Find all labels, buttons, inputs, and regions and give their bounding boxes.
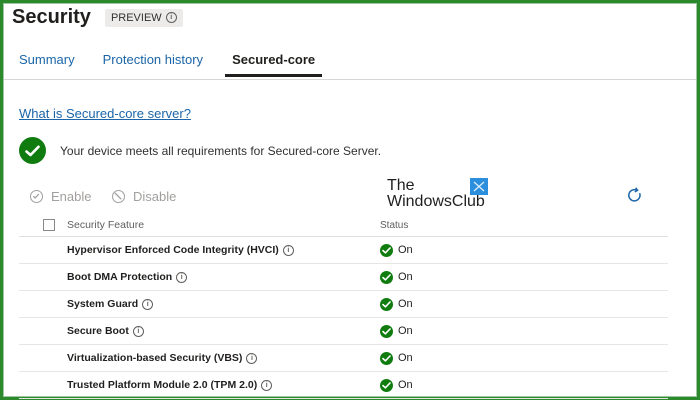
- feature-cell: Trusted Platform Module 2.0 (TPM 2.0) i: [67, 379, 273, 391]
- tab-secured-core[interactable]: Secured-core: [225, 52, 323, 77]
- feature-cell: Hypervisor Enforced Code Integrity (HVCI…: [67, 244, 294, 256]
- status-value: On: [398, 298, 413, 310]
- feature-name: Boot DMA Protection: [67, 271, 173, 283]
- table-row[interactable]: Trusted Platform Module 2.0 (TPM 2.0) i On: [19, 372, 668, 399]
- disable-label: Disable: [133, 189, 177, 204]
- info-icon[interactable]: i: [142, 298, 154, 310]
- info-icon[interactable]: i: [282, 244, 294, 256]
- info-icon[interactable]: i: [246, 352, 258, 364]
- status-value: On: [398, 325, 413, 337]
- table-row[interactable]: Secure Boot i On: [19, 318, 668, 345]
- status-cell: On: [380, 378, 413, 392]
- tab-divider: [4, 79, 696, 80]
- refresh-icon[interactable]: [626, 187, 643, 209]
- table-row[interactable]: System Guard i On: [19, 291, 668, 318]
- feature-name: System Guard: [67, 298, 139, 310]
- table-row[interactable]: Hypervisor Enforced Code Integrity (HVCI…: [19, 237, 668, 264]
- watermark-line2: WindowsClub: [387, 193, 485, 210]
- check-circle-icon: [380, 378, 393, 392]
- check-circle-icon: [380, 243, 393, 257]
- check-circle-icon: [30, 190, 43, 203]
- info-icon[interactable]: i: [132, 325, 144, 337]
- column-header-feature[interactable]: Security Feature: [67, 219, 144, 231]
- table-header-row: Security Feature Status: [19, 214, 668, 237]
- status-cell: On: [380, 270, 413, 284]
- check-circle-icon: [380, 297, 393, 311]
- requirements-banner: Your device meets all requirements for S…: [19, 137, 381, 164]
- status-value: On: [398, 244, 413, 256]
- secured-core-info-link[interactable]: What is Secured-core server?: [19, 106, 191, 121]
- preview-badge-label: PREVIEW: [110, 11, 162, 24]
- check-circle-icon: [380, 324, 393, 338]
- check-circle-icon: [380, 270, 393, 284]
- table-row[interactable]: Boot DMA Protection i On: [19, 264, 668, 291]
- status-value: On: [398, 379, 413, 391]
- requirements-message: Your device meets all requirements for S…: [60, 143, 382, 158]
- status-cell: On: [380, 297, 413, 311]
- feature-cell: Boot DMA Protection i: [67, 271, 188, 283]
- table-row[interactable]: Virtualization-based Security (VBS) i On: [19, 345, 668, 372]
- tab-summary[interactable]: Summary: [19, 52, 75, 77]
- enable-label: Enable: [51, 189, 92, 204]
- feature-cell: Secure Boot i: [67, 325, 144, 337]
- page-title: Security: [12, 6, 91, 28]
- feature-name: Virtualization-based Security (VBS): [67, 352, 243, 364]
- security-features-table: Security Feature Status Hypervisor Enfor…: [19, 214, 668, 399]
- status-cell: On: [380, 324, 413, 338]
- select-all-checkbox[interactable]: [43, 219, 55, 231]
- success-check-icon: [19, 137, 46, 164]
- feature-cell: System Guard i: [67, 298, 154, 310]
- column-header-status[interactable]: Status: [380, 220, 408, 231]
- check-circle-icon: [380, 351, 393, 365]
- status-value: On: [398, 271, 413, 283]
- enable-button[interactable]: Enable: [30, 189, 91, 204]
- block-icon: [112, 190, 125, 203]
- status-cell: On: [380, 351, 413, 365]
- tab-protection-history[interactable]: Protection history: [103, 52, 203, 77]
- status-cell: On: [380, 243, 413, 257]
- status-value: On: [398, 352, 413, 364]
- feature-name: Trusted Platform Module 2.0 (TPM 2.0): [67, 379, 258, 391]
- feature-name: Secure Boot: [67, 325, 129, 337]
- tab-bar: Summary Protection history Secured-core: [19, 52, 350, 77]
- info-icon[interactable]: i: [261, 379, 273, 391]
- preview-badge: PREVIEW i: [104, 8, 183, 27]
- feature-name: Hypervisor Enforced Code Integrity (HVCI…: [67, 244, 279, 256]
- page-header: Security PREVIEW i: [12, 6, 183, 29]
- info-icon[interactable]: i: [176, 271, 188, 283]
- disable-button[interactable]: Disable: [112, 189, 176, 204]
- info-icon[interactable]: i: [165, 12, 177, 23]
- feature-cell: Virtualization-based Security (VBS) i: [67, 352, 258, 364]
- watermark-logo-icon: [470, 178, 488, 195]
